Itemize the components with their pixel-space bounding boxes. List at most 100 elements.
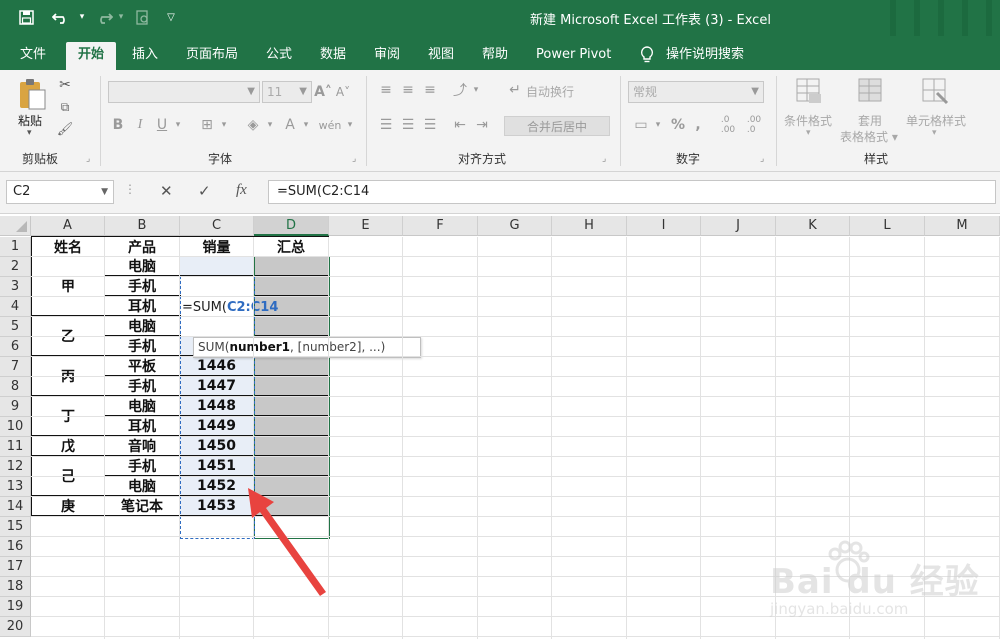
font-launcher-icon[interactable]: ⌟ [352,154,356,164]
cell-c1[interactable]: 销量 [180,236,254,257]
align-bottom-icon[interactable]: ≡ [420,80,440,100]
column-header-i[interactable]: I [627,216,701,236]
row-header-9[interactable]: 9 [0,397,31,417]
tab-help[interactable]: 帮助 [478,42,512,70]
row-header-5[interactable]: 5 [0,317,31,337]
comma-icon[interactable]: , [690,114,706,136]
column-header-h[interactable]: H [552,216,627,236]
cell-c11[interactable]: 1450 [180,436,254,456]
orientation-icon[interactable]: ⤴ [450,80,470,100]
column-header-d[interactable]: D [254,216,329,236]
cell-b1[interactable]: 产品 [105,236,180,257]
cell-a1[interactable]: 姓名 [31,236,105,257]
row-header-11[interactable]: 11 [0,437,31,457]
cell-b12[interactable]: 手机 [105,456,180,476]
cell-a2[interactable]: 甲 [31,256,105,316]
number-format-select[interactable]: 常规 ▼ [628,81,764,103]
align-center-icon[interactable]: ☰ [398,114,418,136]
accounting-dropdown-icon[interactable]: ▾ [652,114,664,136]
conditional-format-label[interactable]: 条件格式 [784,112,832,129]
tab-file[interactable]: 文件 [16,42,50,70]
row-header-10[interactable]: 10 [0,417,31,437]
phonetic-icon[interactable]: wén [318,112,342,138]
cell-b8[interactable]: 手机 [105,376,180,396]
row-header-2[interactable]: 2 [0,257,31,277]
percent-icon[interactable]: % [668,114,688,136]
wrap-text-label[interactable]: 自动换行 [526,83,574,100]
tab-view[interactable]: 视图 [424,42,458,70]
align-left-icon[interactable]: ☰ [376,114,396,136]
cell-b9[interactable]: 电脑 [105,396,180,416]
italic-icon[interactable]: I [132,114,148,136]
row-header-20[interactable]: 20 [0,617,31,637]
row-header-3[interactable]: 3 [0,277,31,297]
cell-a11[interactable]: 戊 [31,436,105,456]
fill-dropdown-icon[interactable]: ▾ [264,114,276,136]
tab-home[interactable]: 开始 [66,42,116,70]
column-header-a[interactable]: A [31,216,105,236]
cell-b6[interactable]: 手机 [105,336,180,356]
row-header-17[interactable]: 17 [0,557,31,577]
number-launcher-icon[interactable]: ⌟ [760,154,764,164]
conditional-format-icon[interactable] [794,76,824,106]
print-preview-icon[interactable] [130,6,154,28]
name-box[interactable]: C2 ▼ [6,180,114,204]
select-all-button[interactable] [0,216,31,236]
row-header-16[interactable]: 16 [0,537,31,557]
column-header-g[interactable]: G [478,216,552,236]
decrease-decimal-icon[interactable]: .00.0 [742,112,766,138]
format-as-table-icon[interactable] [856,76,886,106]
column-header-k[interactable]: K [776,216,850,236]
paste-dropdown-icon[interactable]: ▾ [27,128,32,138]
cancel-icon[interactable]: ✕ [160,182,173,200]
border-icon[interactable]: ⊞ [196,114,218,136]
column-header-l[interactable]: L [850,216,925,236]
row-header-13[interactable]: 13 [0,477,31,497]
column-header-c[interactable]: C [180,216,254,236]
copy-icon[interactable]: ⧉ [56,98,74,116]
cell-b4[interactable]: 耳机 [105,296,180,316]
cut-icon[interactable]: ✂ [56,76,74,94]
formula-input[interactable]: =SUM(C2:C14 [268,180,996,204]
row-header-8[interactable]: 8 [0,377,31,397]
border-dropdown-icon[interactable]: ▾ [218,114,230,136]
insert-function-icon[interactable]: fx [236,182,247,199]
underline-dropdown-icon[interactable]: ▾ [172,114,184,136]
paste-icon[interactable] [14,76,50,112]
cell-c10[interactable]: 1449 [180,416,254,436]
cell-b14[interactable]: 笔记本 [105,496,180,516]
accounting-format-icon[interactable]: ▭ [630,114,652,136]
align-middle-icon[interactable]: ≡ [398,80,418,100]
paste-label[interactable]: 粘贴 [18,112,42,129]
merge-center-button[interactable]: 合并后居中 [504,116,610,136]
orientation-dropdown-icon[interactable]: ▾ [470,80,482,100]
bold-icon[interactable]: B [110,114,126,136]
font-color-dropdown-icon[interactable]: ▾ [300,114,312,136]
cell-b10[interactable]: 耳机 [105,416,180,436]
row-header-14[interactable]: 14 [0,497,31,517]
save-icon[interactable] [14,6,38,28]
function-tooltip[interactable]: SUM(number1, [number2], ...) [193,337,421,358]
tab-review[interactable]: 审阅 [370,42,404,70]
tab-power-pivot[interactable]: Power Pivot [532,42,615,70]
undo-dropdown-icon[interactable]: ▾ [76,6,88,28]
tab-page-layout[interactable]: 页面布局 [182,42,242,70]
row-header-18[interactable]: 18 [0,577,31,597]
row-header-6[interactable]: 6 [0,337,31,357]
row-header-1[interactable]: 1 [0,237,31,257]
wrap-text-icon[interactable]: ↵ [506,80,524,100]
font-color-icon[interactable]: A [280,114,300,136]
column-header-f[interactable]: F [403,216,478,236]
tell-me-search[interactable]: 操作说明搜索 [662,42,748,70]
undo-icon[interactable] [48,6,74,28]
increase-decimal-icon[interactable]: .0.00 [716,112,740,138]
decrease-indent-icon[interactable]: ⇤ [450,114,470,136]
cell-c12[interactable]: 1451 [180,456,254,476]
row-header-7[interactable]: 7 [0,357,31,377]
row-header-4[interactable]: 4 [0,297,31,317]
fill-color-icon[interactable]: ◈ [242,114,264,136]
cell-styles-dropdown-icon[interactable]: ▾ [932,128,937,138]
enter-icon[interactable]: ✓ [198,182,211,200]
cell-b2[interactable]: 电脑 [105,256,180,276]
alignment-launcher-icon[interactable]: ⌟ [602,154,606,164]
